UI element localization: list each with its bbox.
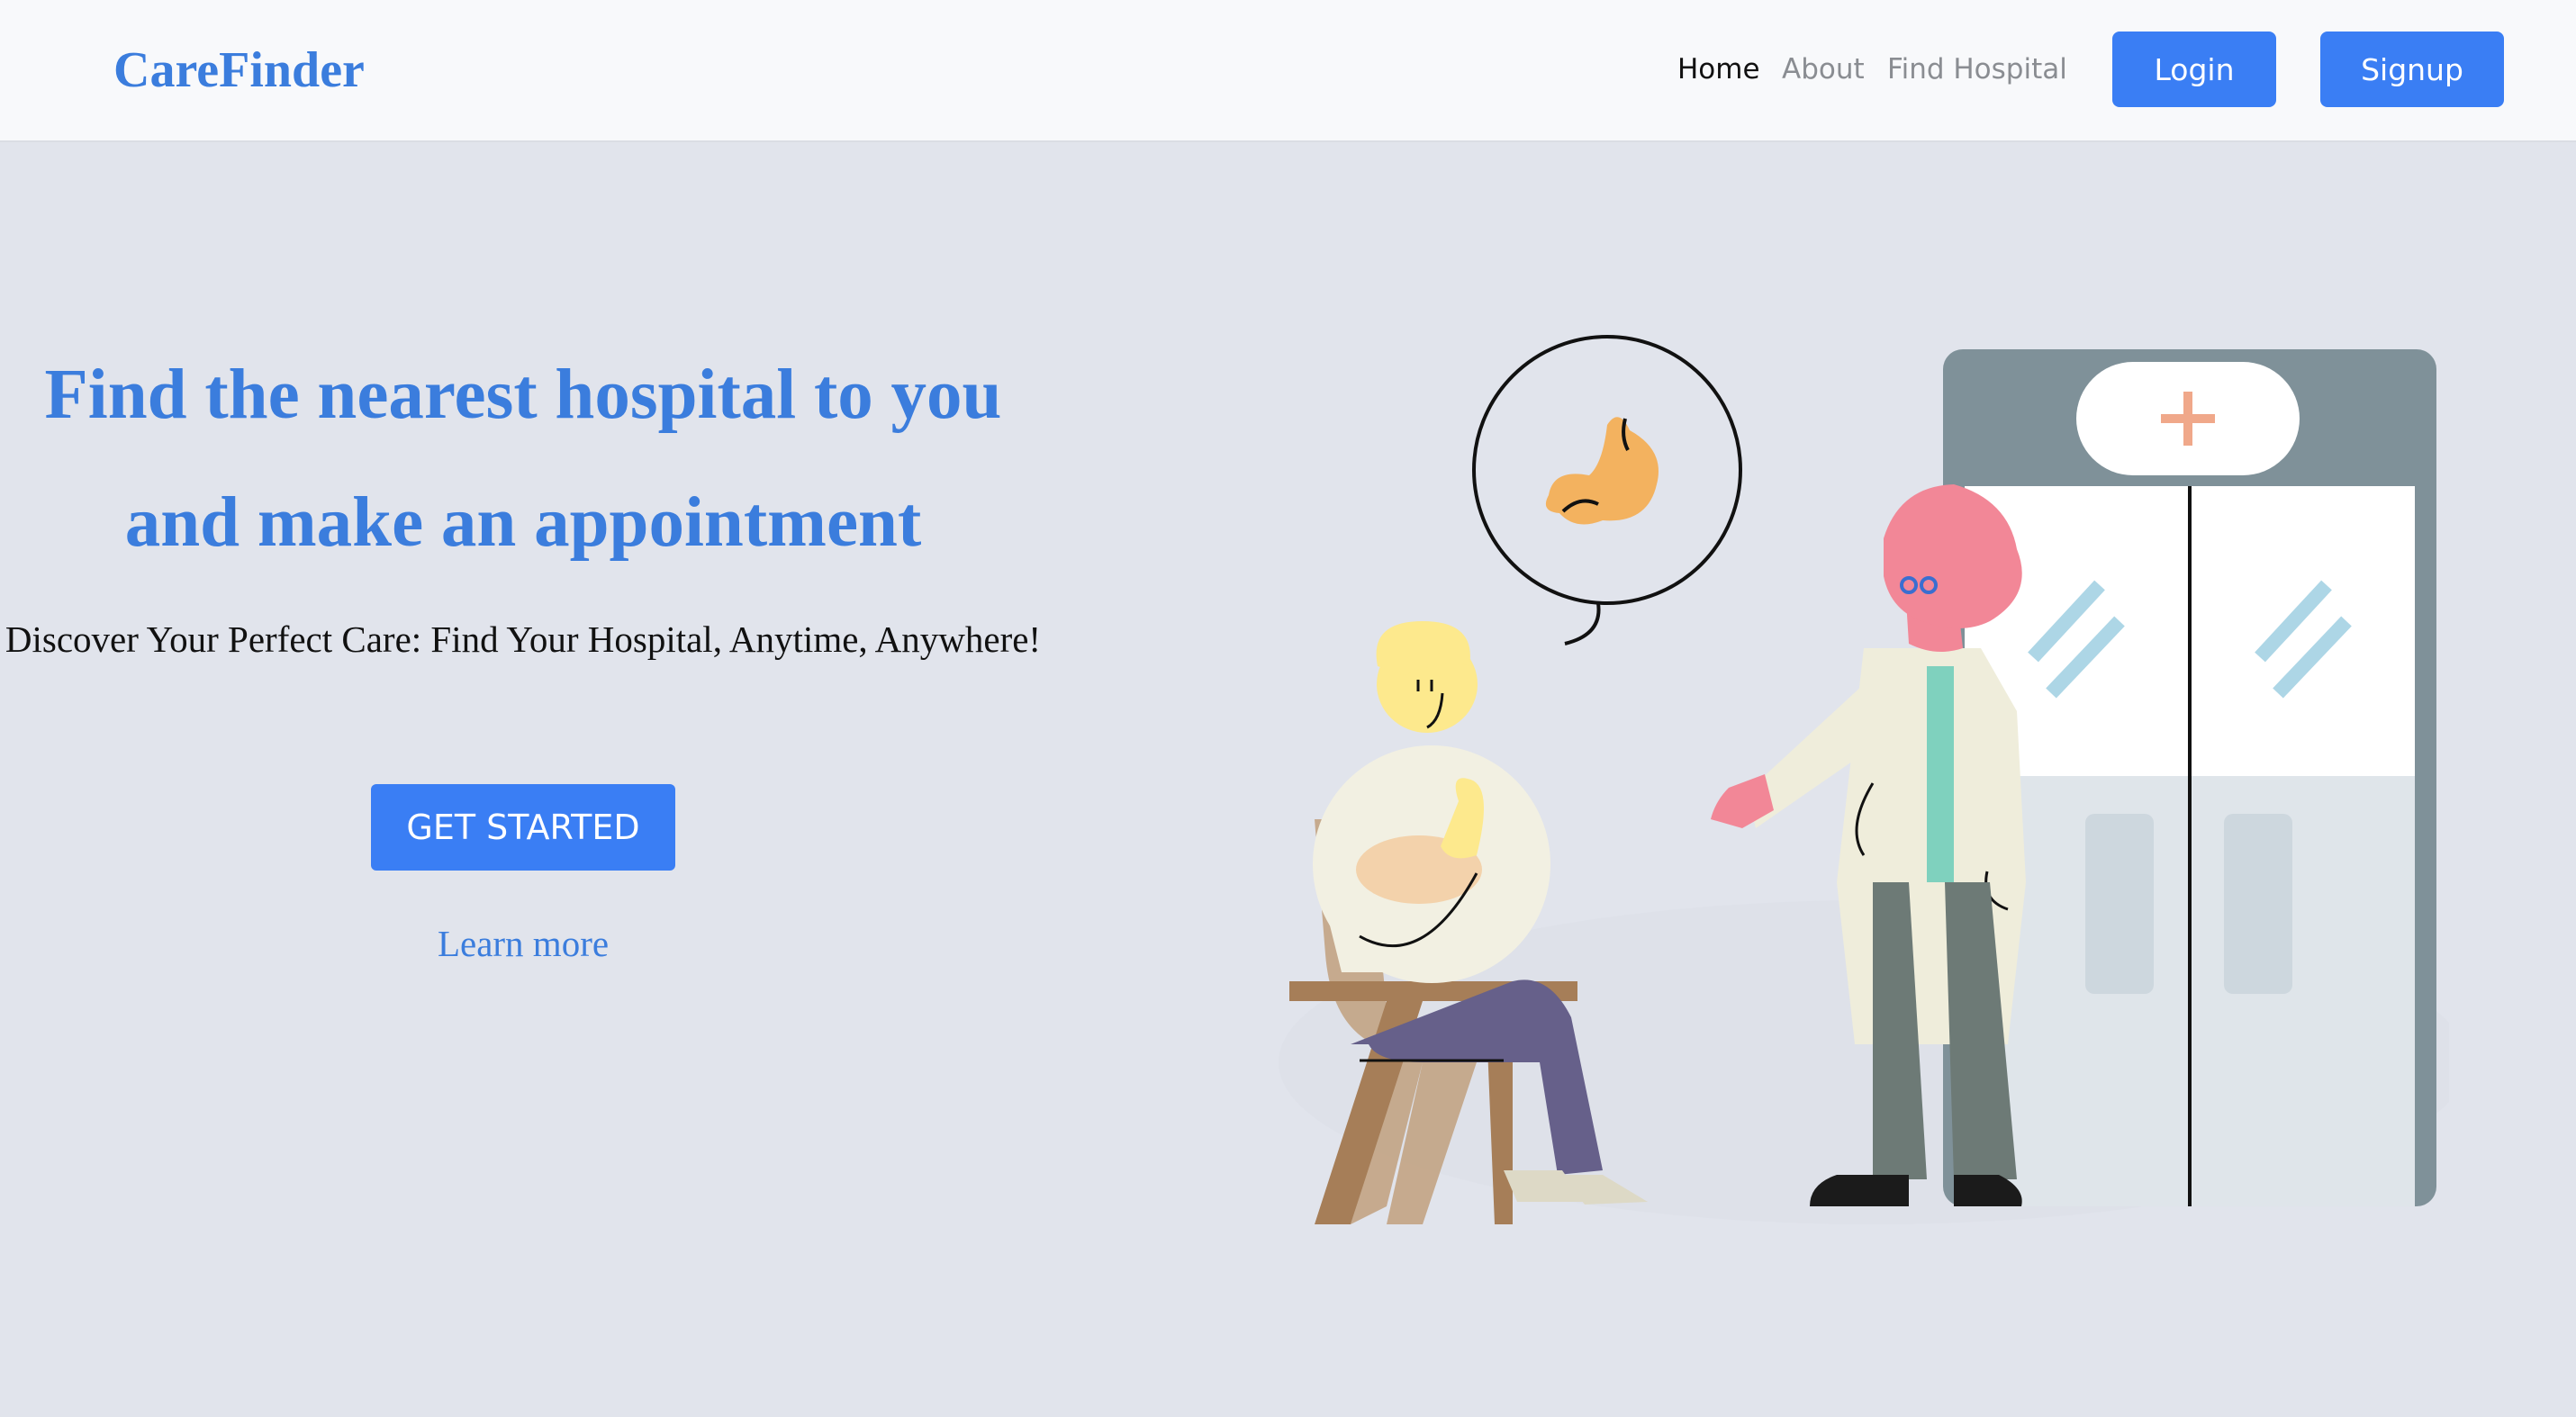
login-button[interactable]: Login xyxy=(2112,32,2276,107)
brand-logo[interactable]: CareFinder xyxy=(113,36,365,104)
get-started-button[interactable]: GET STARTED xyxy=(371,784,675,871)
speech-bubble-illustration xyxy=(1472,335,1742,645)
signup-button[interactable]: Signup xyxy=(2320,32,2504,107)
stomach-icon xyxy=(1545,417,1659,525)
top-navbar: CareFinder Home About Find Hospital Logi… xyxy=(0,0,2576,142)
hero-title-line-1: Find the nearest hospital to you xyxy=(44,356,1002,434)
nav-link-home[interactable]: Home xyxy=(1677,47,1760,92)
hero-subtitle: Discover Your Perfect Care: Find Your Ho… xyxy=(5,618,1042,660)
hero-title: Find the nearest hospital to you and mak… xyxy=(0,331,1046,587)
hero-title-line-2: and make an appointment xyxy=(124,483,922,562)
learn-more-link[interactable]: Learn more xyxy=(0,916,1046,970)
nav-link-find-hospital[interactable]: Find Hospital xyxy=(1887,47,2067,92)
hero-illustration xyxy=(1279,335,2449,1224)
nav-link-about[interactable]: About xyxy=(1782,47,1865,92)
